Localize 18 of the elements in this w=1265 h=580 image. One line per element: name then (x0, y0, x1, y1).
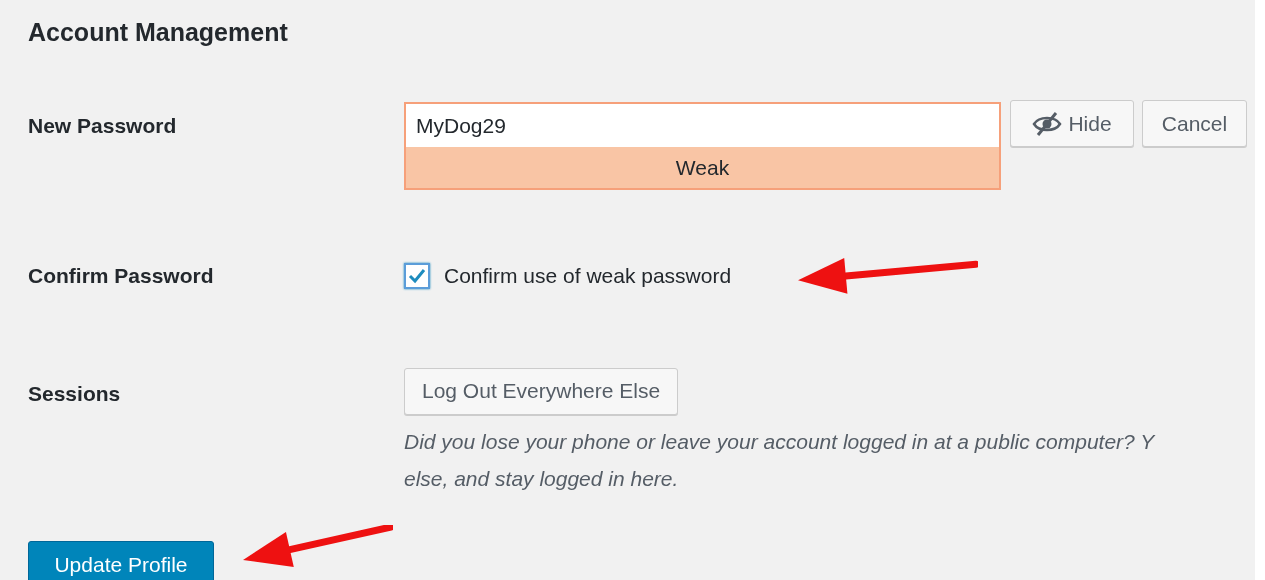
arrow-icon (798, 257, 978, 294)
password-field[interactable]: MyDog29 (404, 102, 1001, 147)
eye-slash-icon (1032, 110, 1063, 137)
log-out-everywhere-button[interactable]: Log Out Everywhere Else (404, 367, 679, 415)
field-label: Confirm Password (28, 263, 215, 289)
strength-meter: Weak (404, 147, 1001, 190)
update-profile-button[interactable]: Update Profile (28, 540, 214, 580)
help-text: Did you lose your phone or leave your account logged in at a public computer? Y (404, 428, 1155, 455)
arrow-icon (243, 525, 393, 568)
field-label: New Password (28, 113, 178, 139)
help-text: else, and stay logged in here. (404, 465, 680, 492)
checkbox[interactable] (404, 262, 430, 289)
section-heading: Account Management (28, 17, 289, 48)
field-label: Sessions (28, 380, 122, 407)
hide-button[interactable]: Hide (1010, 100, 1134, 147)
checkmark-icon (408, 267, 426, 284)
cancel-button[interactable]: Cancel (1142, 100, 1247, 147)
checkbox-label: Confirm use of weak password (444, 263, 732, 289)
